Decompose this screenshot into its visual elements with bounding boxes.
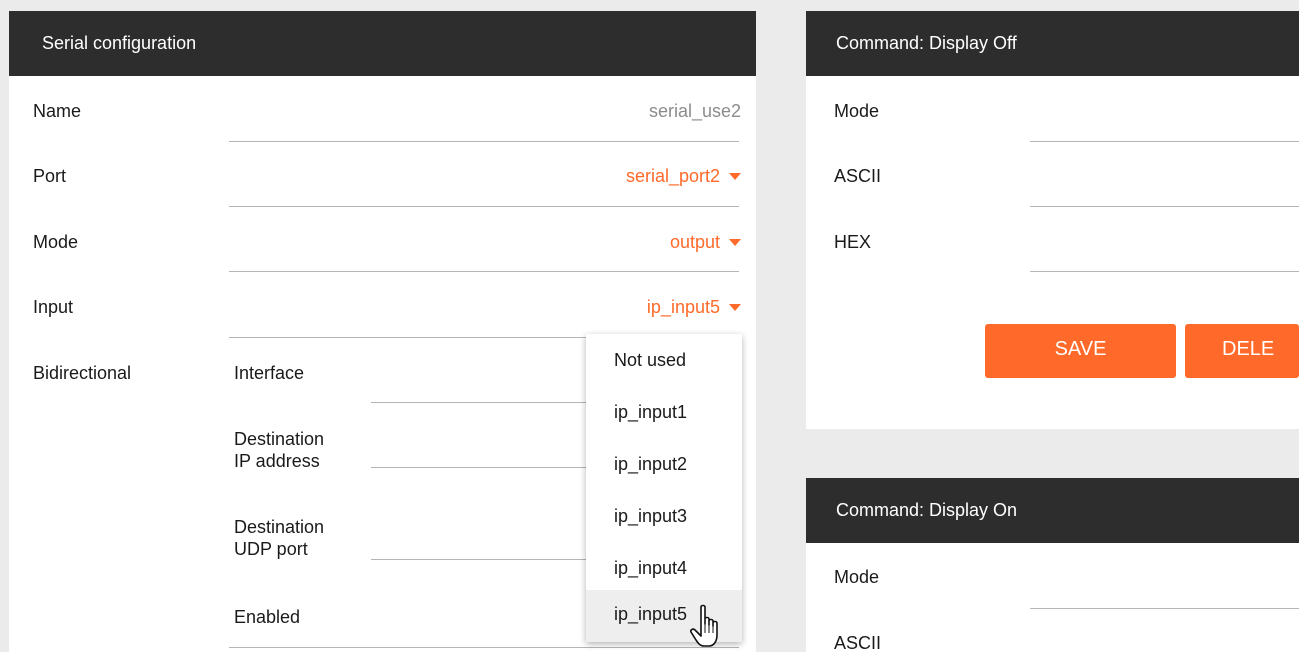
- display-on-ascii-label: ASCII: [834, 633, 882, 652]
- dropdown-option[interactable]: ip_input2: [586, 440, 742, 492]
- destination-udp-label: Destination UDP port: [234, 517, 325, 559]
- dropdown-option[interactable]: ip_input1: [586, 388, 742, 440]
- mode-value: output: [669, 232, 720, 252]
- hand-pointer-cursor-icon: [690, 604, 718, 647]
- serial-config-header: Serial configuration: [9, 11, 756, 76]
- display-on-mode-field[interactable]: [1030, 608, 1299, 609]
- input-value: ip_input5: [646, 297, 720, 317]
- name-underline: [229, 141, 739, 142]
- display-off-mode-field[interactable]: [1030, 141, 1299, 142]
- port-underline: [229, 206, 739, 207]
- enabled-underline: [229, 647, 739, 648]
- display-off-mode-label: Mode: [834, 101, 880, 121]
- caret-down-icon: [729, 304, 741, 311]
- command-display-off-panel: Command: Display Off Mode ASCII HEX SAVE…: [806, 11, 1299, 429]
- input-label: Input: [33, 297, 74, 317]
- display-off-header: Command: Display Off: [806, 11, 1299, 76]
- name-field[interactable]: serial_use2: [649, 101, 741, 122]
- input-select[interactable]: ip_input5: [647, 297, 741, 318]
- display-off-hex-label: HEX: [834, 232, 872, 252]
- delete-button[interactable]: DELE: [1185, 324, 1299, 378]
- input-dropdown-menu: Not used ip_input1 ip_input2 ip_input3 i…: [586, 334, 742, 642]
- dropdown-option[interactable]: ip_input3: [586, 492, 742, 544]
- display-on-header: Command: Display On: [806, 478, 1299, 543]
- delete-button-label: DELE: [1222, 338, 1275, 360]
- mode-underline: [229, 271, 739, 272]
- name-label: Name: [33, 101, 82, 121]
- display-on-mode-label: Mode: [834, 567, 880, 587]
- command-display-on-panel: Command: Display On Mode ASCII: [806, 478, 1299, 652]
- bidirectional-label: Bidirectional: [33, 363, 132, 383]
- save-button[interactable]: SAVE: [985, 324, 1176, 378]
- destination-ip-label: Destination IP address: [234, 429, 325, 471]
- caret-down-icon: [729, 173, 741, 180]
- mode-select[interactable]: output: [670, 232, 741, 253]
- dropdown-option[interactable]: Not used: [586, 336, 742, 388]
- mode-label: Mode: [33, 232, 79, 252]
- display-off-ascii-field[interactable]: [1030, 206, 1299, 207]
- port-value: serial_port2: [625, 166, 720, 186]
- enabled-label: Enabled: [234, 607, 301, 627]
- port-label: Port: [33, 166, 67, 186]
- dropdown-option[interactable]: ip_input4: [586, 544, 742, 596]
- name-value: serial_use2: [648, 101, 741, 121]
- caret-down-icon: [729, 239, 741, 246]
- port-select[interactable]: serial_port2: [626, 166, 741, 187]
- display-off-hex-field[interactable]: [1030, 271, 1299, 272]
- interface-label: Interface: [234, 363, 305, 383]
- display-off-ascii-label: ASCII: [834, 166, 882, 186]
